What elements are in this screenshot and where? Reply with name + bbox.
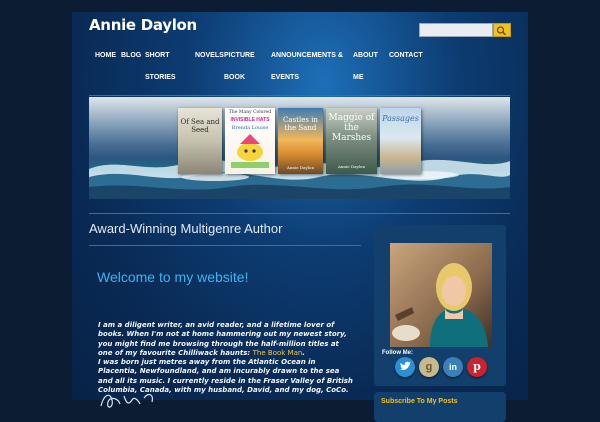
nav-label: SHORT [145, 52, 170, 59]
nav-label: BLOG [121, 52, 142, 59]
site-title[interactable]: Annie Daylon [89, 16, 197, 34]
author-portrait [390, 243, 492, 347]
nav-label-line2: ME [353, 74, 364, 81]
nav-label: HOME [95, 52, 116, 59]
nav-item-contact[interactable]: CONTACT [389, 45, 423, 67]
nav-item-announcements-events[interactable]: ANNOUNCEMENTS & EVENTS [271, 45, 343, 89]
nav-item-home[interactable]: HOME [95, 45, 116, 67]
book-title-line2: INVISIBLE HATS [230, 117, 270, 123]
book-title: Maggie of the Marshes [328, 113, 375, 143]
nav-label: CONTACT [389, 52, 423, 59]
book-cover[interactable]: Maggie of the Marshes Annie Daylon [326, 108, 377, 174]
book-title: Passages [382, 114, 419, 123]
bookstore-link[interactable]: The Book Man [253, 349, 303, 357]
book-author: Annie Daylon [337, 164, 366, 169]
hats-illustration [231, 134, 269, 168]
nav-label: ABOUT [353, 52, 378, 59]
twitter-bird-glyph [400, 361, 411, 370]
twitter-bird-icon[interactable] [395, 357, 415, 377]
book-author: Annie Daylon [286, 165, 315, 170]
main-nav: HOME BLOG SHORT STORIES NOVELS PICTURE B… [72, 45, 528, 95]
bio-part-1: I am a diligent writer, an avid reader, … [98, 321, 347, 357]
book-title-line1: The Many Colored [228, 110, 272, 115]
nav-label: PICTURE [224, 52, 255, 59]
book-cover[interactable]: The Many Colored INVISIBLE HATS Brenda L… [225, 108, 275, 174]
welcome-heading: Welcome to my website! [97, 269, 249, 285]
divider [89, 95, 510, 96]
nav-item-picture-book[interactable]: PICTURE BOOK [224, 45, 255, 89]
author-profile-widget: Follow Me: g in p [374, 225, 506, 386]
nav-label: ANNOUNCEMENTS & [271, 52, 343, 59]
book-cover[interactable]: Of Sea and Seed [178, 108, 222, 174]
search-input[interactable] [419, 23, 493, 37]
page-container: Annie Daylon HOME BLOG SHORT STORIES NOV… [72, 12, 528, 422]
nav-item-blog[interactable]: BLOG [121, 45, 141, 67]
book-title: Of Sea and Seed [180, 118, 220, 134]
search-button[interactable] [493, 23, 511, 37]
linkedin-in-icon[interactable]: in [443, 357, 463, 377]
pinterest-p-icon[interactable]: p [467, 357, 487, 377]
nav-item-novels[interactable]: NOVELS [195, 45, 224, 67]
nav-item-short-stories[interactable]: SHORT STORIES [145, 45, 176, 89]
nav-item-about-me[interactable]: ABOUT ME [353, 45, 378, 89]
book-author: Brenda Louise [231, 125, 269, 131]
nav-label-line2: EVENTS [271, 74, 300, 81]
author-signature [100, 393, 153, 408]
book-title: Castles in the Sand [283, 116, 318, 132]
search-icon [496, 26, 507, 36]
subscribe-heading: Subscribe To My Posts [381, 398, 458, 405]
heading-underline [89, 245, 361, 246]
search-form [419, 23, 511, 37]
book-cover[interactable]: Passages [380, 108, 421, 174]
bio-part-2: . [302, 348, 305, 357]
follow-me-label: Follow Me: [382, 350, 413, 356]
nav-label-line2: STORIES [145, 74, 176, 81]
divider [89, 213, 510, 214]
author-photo [390, 243, 492, 347]
book-cover[interactable]: Castles in the Sand Annie Daylon [278, 108, 323, 174]
nav-label-line2: BOOK [224, 74, 245, 81]
bio-text: I am a diligent writer, an avid reader, … [98, 321, 355, 395]
banner-image: Of Sea and Seed The Many Colored INVISIB… [89, 97, 510, 199]
page-heading: Award-Winning Multigenre Author [89, 221, 283, 236]
subscribe-widget: Subscribe To My Posts [374, 392, 506, 422]
goodreads-g-icon[interactable]: g [419, 357, 439, 377]
nav-label: NOVELS [195, 52, 224, 59]
